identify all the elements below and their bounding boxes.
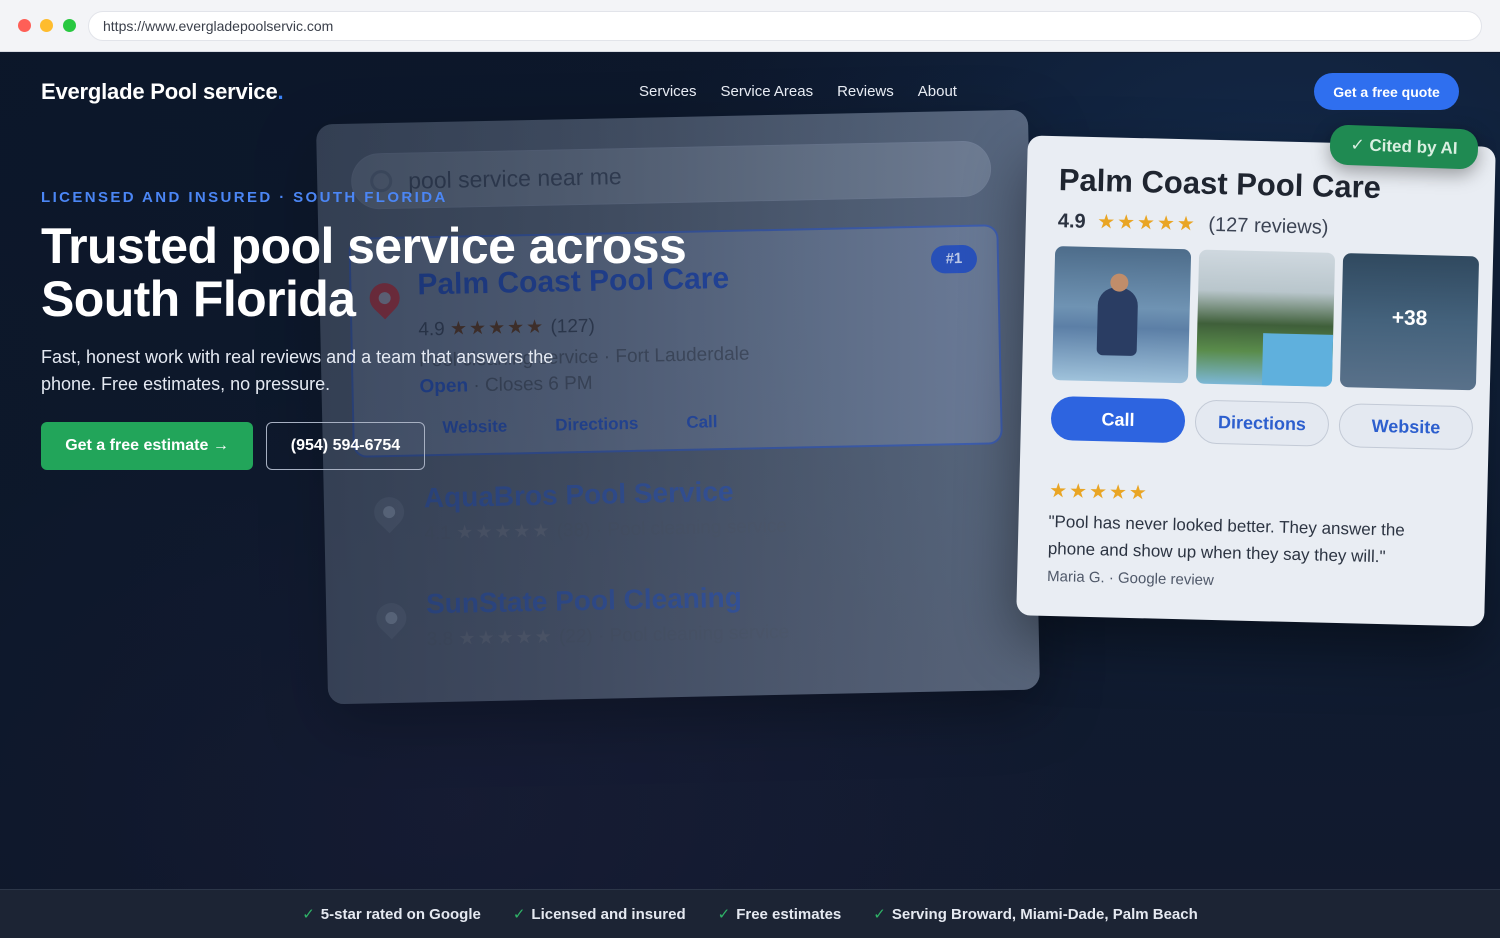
mock-result-detail: (38) · Pool cleaning service — [556, 515, 788, 542]
check-icon: ✓ — [873, 906, 886, 923]
rank-badge: #1 — [930, 244, 978, 274]
profile-title: Palm Coast Pool Care — [1058, 162, 1382, 205]
page: Everglade Pool service. Services Service… — [0, 53, 1500, 938]
check-icon: ✓ — [512, 906, 526, 923]
mock-result-detail: (22) · Pool cleaning service — [558, 621, 790, 648]
nav-service-areas[interactable]: Service Areas — [721, 83, 814, 100]
headline-line-2: South Florida — [41, 271, 356, 327]
mock-star-icons: ★★★★★ — [456, 520, 552, 544]
photo-technician — [1051, 246, 1192, 384]
profile-rating: 4.9 ★★★★★ (127 reviews) — [1058, 208, 1329, 240]
minimize-window-icon[interactable] — [40, 19, 53, 32]
hero-section: LICENSED AND INSURED · SOUTH FLORIDA Tru… — [41, 189, 721, 398]
trust-item: ✓ Serving Broward, Miami-Dade, Palm Beach — [873, 905, 1198, 923]
maximize-window-icon[interactable] — [63, 19, 76, 32]
mock-rating-value: 4.1 — [424, 522, 452, 545]
profile-call-button: Call — [1050, 396, 1186, 444]
hero-headline: Trusted pool service across South Florid… — [41, 220, 721, 326]
get-free-estimate-button[interactable]: Get a free estimate → — [41, 422, 253, 470]
logo-text: Everglade Pool service — [41, 79, 278, 104]
mock-call-link: Call — [686, 412, 718, 432]
trust-item: ✓ Free estimates — [718, 905, 842, 923]
trust-label: Free estimates — [736, 906, 842, 923]
hero-cta-row: Get a free estimate → (954) 594-6754 — [41, 422, 425, 470]
photo-more: +38 — [1339, 253, 1480, 391]
profile-website-button: Website — [1338, 403, 1474, 451]
hero-subtext: Fast, honest work with real reviews and … — [41, 347, 554, 394]
check-icon: ✓ — [302, 906, 315, 923]
nav-services[interactable]: Services — [639, 83, 697, 100]
cited-by-ai-badge: ✓ Cited by AI — [1329, 124, 1479, 170]
mock-result-links: Website Directions Call — [442, 412, 718, 438]
nav-reviews[interactable]: Reviews — [837, 83, 894, 100]
business-profile-mock: Palm Coast Pool Care 4.9 ★★★★★ (127 revi… — [1016, 135, 1496, 627]
mock-rating-value: 3.8 — [426, 628, 454, 651]
headline-line-1: Trusted pool service across — [41, 218, 687, 274]
more-photos-count: +38 — [1391, 306, 1428, 331]
trust-bar: ✓ 5-star rated on Google ✓ Licensed and in… — [0, 889, 1500, 938]
logo-dot: . — [277, 79, 284, 104]
get-free-quote-button[interactable]: Get a free quote — [1314, 73, 1459, 110]
site-logo[interactable]: Everglade Pool service. — [41, 79, 284, 105]
review-quote: "Pool has never looked better. They answ… — [1047, 511, 1405, 567]
nav-about[interactable]: About — [918, 83, 957, 100]
mock-website-link: Website — [442, 416, 508, 437]
hero-eyebrow: LICENSED AND INSURED · SOUTH FLORIDA — [41, 189, 448, 206]
trust-label: Licensed and insured — [531, 906, 686, 923]
mock-result-meta: 4.1 ★★★★★ (38) · Pool cleaning service — [424, 515, 787, 546]
mock-star-icons: ★★★★★ — [458, 626, 554, 650]
main-nav: Services Service Areas Reviews About — [639, 83, 957, 100]
address-bar[interactable]: https://www.evergladepoolservic.com — [88, 11, 1482, 41]
profile-photos: +38 — [1051, 246, 1480, 391]
mock-result-row: SunState Pool Cleaning 3.8 ★★★★★ (22) · … — [356, 576, 1008, 690]
browser-chrome: https://www.evergladepoolservic.com — [0, 0, 1500, 52]
star-icons: ★★★★★ — [1096, 211, 1198, 236]
profile-rating-value: 4.9 — [1057, 210, 1086, 233]
mock-result-name: AquaBros Pool Service — [423, 475, 734, 514]
profile-review-count: (127 reviews) — [1208, 213, 1329, 239]
map-pin-icon — [367, 490, 411, 534]
trust-item: ✓ Licensed and insured — [513, 905, 686, 923]
mock-directions-link: Directions — [555, 413, 639, 435]
trust-item: ✓ 5-star rated on Google — [302, 905, 481, 923]
mock-result-meta: 3.8 ★★★★★ (22) · Pool cleaning service — [427, 621, 790, 652]
call-phone-button[interactable]: (954) 594-6754 — [266, 422, 425, 470]
mock-result-name: SunState Pool Cleaning — [425, 581, 743, 620]
close-window-icon[interactable] — [18, 19, 31, 32]
trust-label: Serving Broward, Miami-Dade, Palm Beach — [891, 906, 1198, 923]
profile-actions: Call Directions Website — [1050, 396, 1474, 451]
review-star-icons: ★★★★★ — [1048, 479, 1150, 505]
check-icon: ✓ — [717, 906, 731, 923]
profile-directions-button: Directions — [1194, 399, 1330, 447]
map-pin-icon — [370, 596, 413, 640]
photo-pool — [1195, 249, 1336, 387]
review-author: Maria G. · Google review — [1046, 567, 1215, 590]
mock-result-row: AquaBros Pool Service 4.1 ★★★★★ (38) · P… — [354, 470, 1006, 584]
trust-label: 5-star rated on Google — [320, 906, 481, 923]
